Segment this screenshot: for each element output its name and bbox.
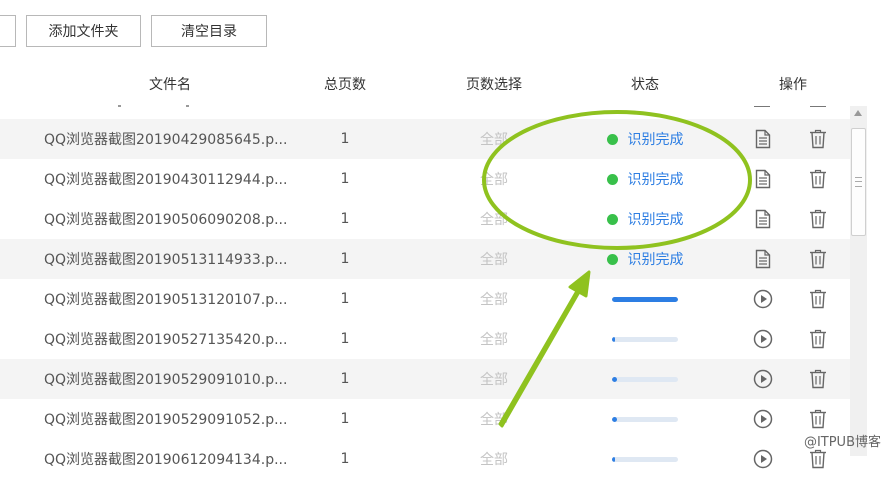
progress-fill [612,416,618,422]
status-cell: 识别完成 [590,119,700,159]
play-icon[interactable] [748,359,778,399]
status-text: 识别完成 [627,172,684,188]
status-cell [590,399,700,439]
total-pages: 1 [340,451,350,467]
vertical-scrollbar[interactable] [850,106,867,456]
page-selection[interactable]: 全部 [444,239,544,279]
page-selection[interactable]: 全部 [444,279,544,319]
table-row[interactable]: QQ浏览器截图20190429085645.p... 1 全部 识别完成 [0,119,850,159]
status-cell [590,319,700,359]
page-selection[interactable]: 全部 [444,319,544,359]
status-done-dot-icon [606,213,618,225]
file-name: QQ浏览器截图20190527135420.p... [44,332,288,348]
table-row[interactable]: QQ浏览器截图20190529091052.p... 1 全部 [0,399,850,439]
trash-icon[interactable] [803,359,833,399]
total-pages: 1 [340,331,350,347]
total-pages: 1 [340,171,350,187]
file-name: QQ浏览器截图20190513114933.p... [44,252,288,268]
file-name: QQ浏览器截图20190429085645.p... [44,132,288,148]
page-selection[interactable]: 全部 [444,359,544,399]
document-icon[interactable] [748,119,778,159]
table-row[interactable]: QQ浏览器截图20190529091010.p... 1 全部 [0,359,850,399]
trash-icon[interactable] [803,159,833,199]
table-row[interactable]: QQ浏览器截图20190506090208.p... 1 全部 识别完成 [0,199,850,239]
progress-bar [612,416,678,422]
progress-bar [612,296,678,302]
scroll-thumb[interactable] [851,128,866,236]
play-icon[interactable] [748,399,778,439]
partial-left-button[interactable] [0,15,16,47]
progress-bar [612,456,678,462]
progress-fill [612,376,618,382]
document-icon[interactable] [748,239,778,279]
play-icon[interactable] [748,319,778,359]
progress-bar [612,376,678,382]
trash-icon[interactable] [803,119,833,159]
status-text: 识别完成 [627,132,684,148]
toolbar: 添加文件夹 清空目录 [0,0,889,60]
watermark: @ITPUB博客 [803,435,881,450]
status-cell: 识别完成 [590,159,700,199]
file-name: QQ浏览器截图20190430112944.p... [44,172,288,188]
file-name: QQ浏览器截图20190612094134.p... [44,452,288,468]
progress-fill [612,456,616,462]
total-pages: 1 [340,371,350,387]
scroll-up-arrow-icon[interactable] [854,110,862,116]
status-cell: 识别完成 [590,199,700,239]
partial-row-glyphs [118,105,826,107]
status-done-dot-icon [606,253,618,265]
document-icon[interactable] [748,199,778,239]
play-icon[interactable] [748,439,778,479]
total-pages: 1 [340,251,350,267]
file-table-body: QQ浏览器截图20190429085645.p... 1 全部 识别完成 QQ浏览器截图… [0,119,850,479]
add-folder-button[interactable]: 添加文件夹 [26,15,141,47]
partial-row-above [0,95,850,107]
table-row[interactable]: QQ浏览器截图20190513114933.p... 1 全部 识别完成 [0,239,850,279]
page-selection[interactable]: 全部 [444,119,544,159]
status-cell [590,439,700,479]
trash-icon[interactable] [803,239,833,279]
grip-icon [855,177,862,187]
total-pages: 1 [340,411,350,427]
table-row[interactable]: QQ浏览器截图20190612094134.p... 1 全部 [0,439,850,479]
progress-bar [612,336,678,342]
file-name: QQ浏览器截图20190506090208.p... [44,212,288,228]
table-row[interactable]: QQ浏览器截图20190430112944.p... 1 全部 识别完成 [0,159,850,199]
total-pages: 1 [340,131,350,147]
progress-fill [612,296,678,302]
progress-fill [612,336,616,342]
total-pages: 1 [340,291,350,307]
status-text: 识别完成 [627,252,684,268]
page-selection[interactable]: 全部 [444,159,544,199]
trash-icon[interactable] [803,199,833,239]
document-icon[interactable] [748,159,778,199]
status-done-dot-icon [606,133,618,145]
clear-directory-button[interactable]: 清空目录 [151,15,267,47]
status-cell [590,279,700,319]
status-text: 识别完成 [627,212,684,228]
play-icon[interactable] [748,279,778,319]
page-selection[interactable]: 全部 [444,199,544,239]
table-row[interactable]: QQ浏览器截图20190527135420.p... 1 全部 [0,319,850,359]
status-cell [590,359,700,399]
file-name: QQ浏览器截图20190529091052.p... [44,412,288,428]
file-name: QQ浏览器截图20190529091010.p... [44,372,288,388]
trash-icon[interactable] [803,279,833,319]
total-pages: 1 [340,211,350,227]
page-selection[interactable]: 全部 [444,439,544,479]
status-cell: 识别完成 [590,239,700,279]
file-name: QQ浏览器截图20190513120107.p... [44,292,288,308]
trash-icon[interactable] [803,319,833,359]
page-selection[interactable]: 全部 [444,399,544,439]
table-row[interactable]: QQ浏览器截图20190513120107.p... 1 全部 [0,279,850,319]
status-done-dot-icon [606,173,618,185]
